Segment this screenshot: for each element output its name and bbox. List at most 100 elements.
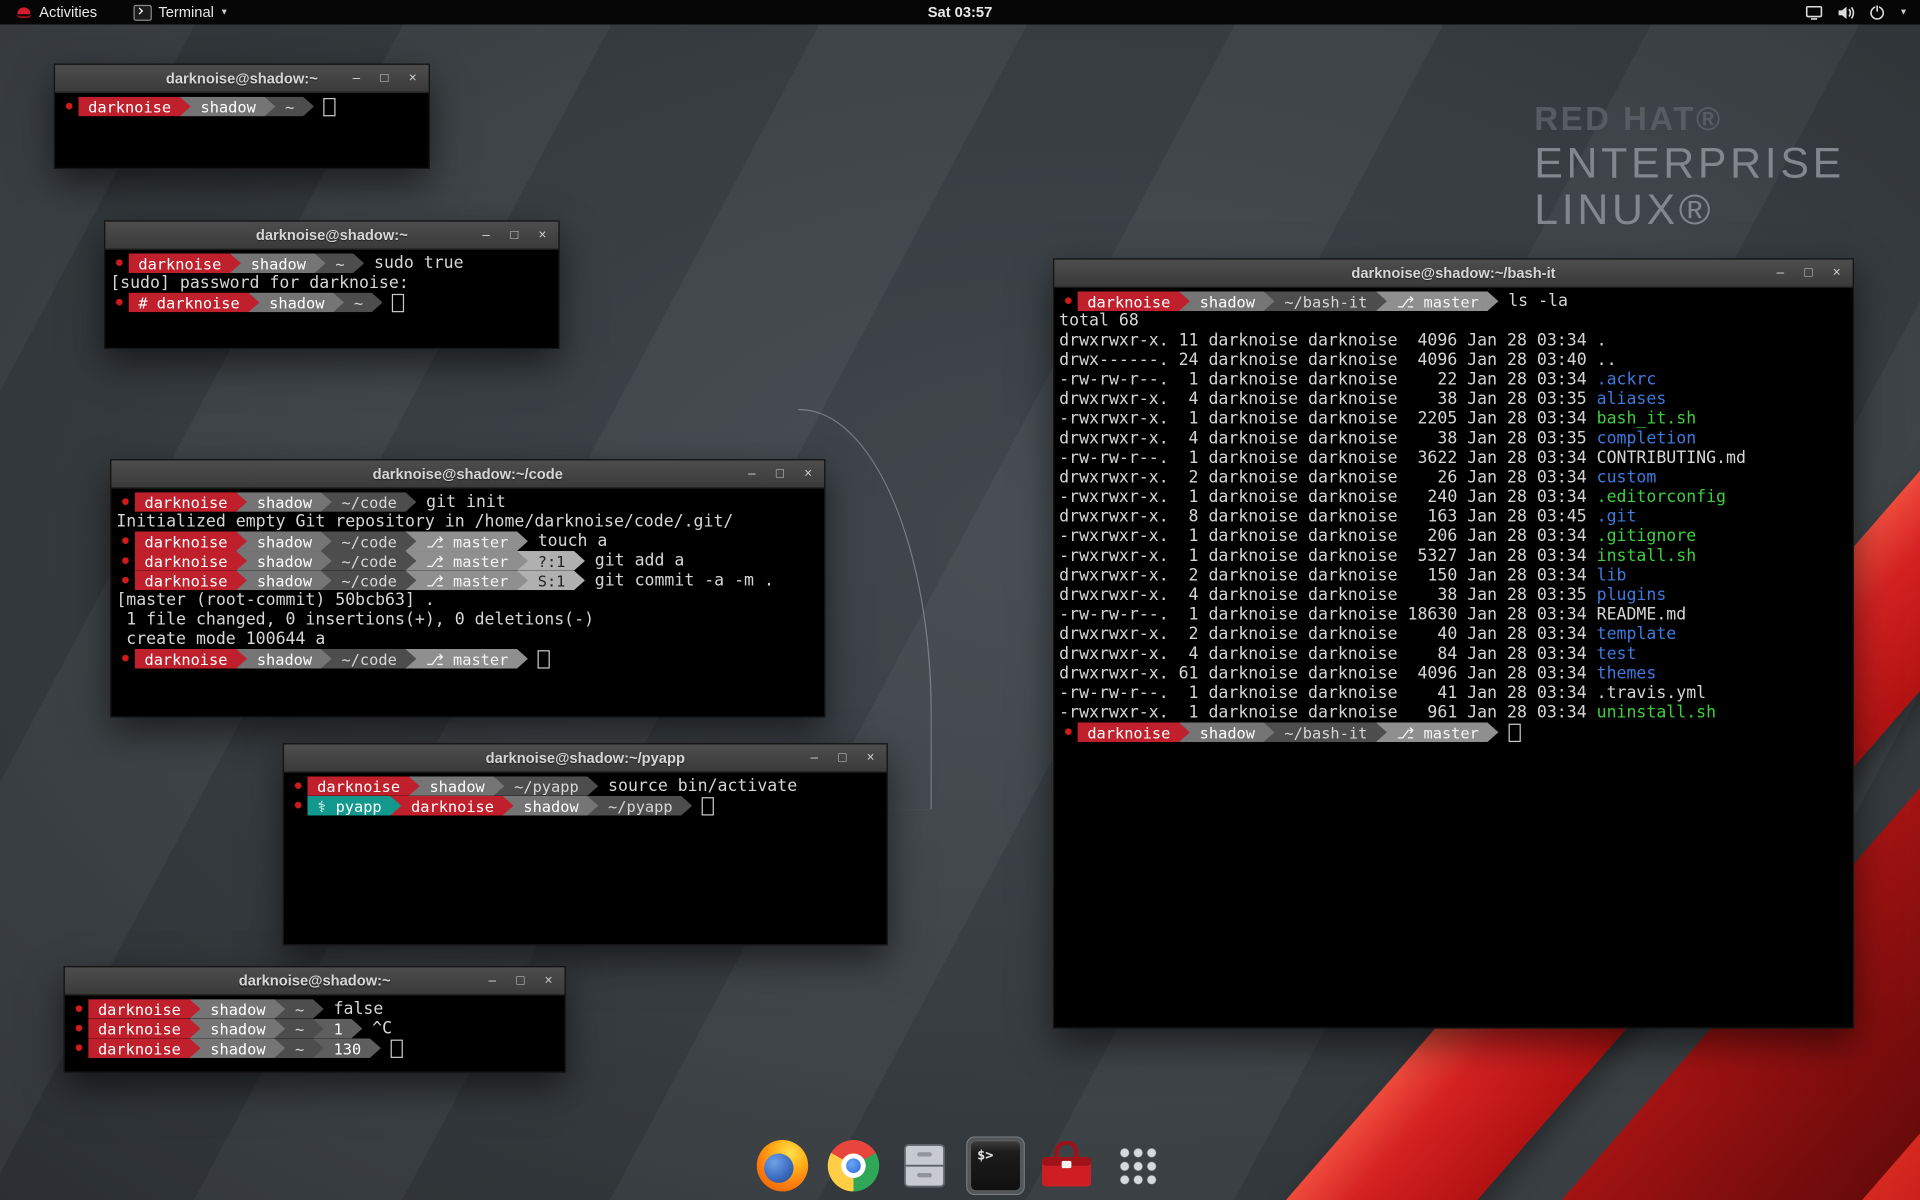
filename: bash_it.sh [1597,409,1697,429]
command-text: git add a [574,551,684,571]
chevron-down-icon: ▼ [1899,8,1907,17]
minimize-button[interactable]: – [349,72,364,85]
terminal-window-bashit[interactable]: darknoise@shadow:~/bash-it–□ × ●darknoises… [1053,258,1854,1028]
close-button[interactable]: × [863,751,878,764]
prompt-segment-host: shadow [409,776,505,796]
output-text: total 68 [1059,311,1139,331]
chevron-down-icon: ▼ [220,8,228,17]
terminal-content[interactable]: ●darknoiseshadow~/bash-it⎇ masterls -lat… [1054,288,1852,746]
redhat-prompt-icon: ● [289,780,307,792]
output-text: -rwxrwxr-x. 1 darknoise darknoise 206 Ja… [1059,527,1596,547]
terminal-window-exitcodes[interactable]: darknoise@shadow:~–□×●darknoiseshadow~fa… [64,966,566,1073]
titlebar[interactable]: darknoise@shadow:~/code–□× [111,460,824,488]
filename: .travis.yml [1597,683,1706,703]
dock-firefox[interactable] [753,1136,812,1195]
command-text: git commit -a -m . [574,571,774,591]
prompt-segment-host: shadow [189,1038,285,1058]
topbar-left: Activities Terminal ▼ [0,0,238,24]
prompt-segment-host: shadow [189,1019,285,1039]
redhat-prompt-icon: ● [116,555,134,567]
minimize-button[interactable]: – [807,751,822,764]
output-line: -rwxrwxr-x. 1 darknoise darknoise 2205 J… [1059,409,1848,429]
terminal-content[interactable]: ●darknoiseshadow~/pyappsource bin/activa… [284,773,886,820]
firefox-icon [757,1140,808,1191]
prompt-segment-host: shadow [230,253,326,273]
maximize-button[interactable]: □ [507,228,522,241]
prompt-segment-user: darknoise [135,492,247,512]
filename: CONTRIBUTING.md [1597,448,1746,468]
window-controls: – □ × [744,460,815,487]
maximize-button[interactable]: □ [513,974,528,987]
redhat-prompt-icon: ● [116,496,134,508]
dock-app-grid[interactable] [1108,1136,1167,1195]
minimize-button[interactable]: – [485,974,500,987]
titlebar[interactable]: darknoise@shadow:~–□× [105,222,558,250]
dock: $> [753,1136,1167,1195]
minimize-button[interactable]: – [1773,266,1788,279]
close-button[interactable]: × [1829,266,1844,279]
terminal-window-code[interactable]: darknoise@shadow:~/code–□×●darknoiseshad… [110,459,825,717]
maximize-button[interactable]: □ [1801,266,1816,279]
output-line: drwxrwxr-x. 61 darknoise darknoise 4096 … [1059,664,1848,684]
prompt-line: ●darknoiseshadow~/pyappsource bin/activa… [289,776,882,796]
activities-button[interactable]: Activities [7,0,104,24]
output-text: drwxrwxr-x. 4 darknoise darknoise 84 Jan… [1059,644,1596,664]
prompt-segment-git: ⎇ master [1376,291,1499,311]
terminal-content[interactable]: ●darknoiseshadow~sudo true[sudo] passwor… [105,250,558,316]
titlebar[interactable]: darknoise@shadow:~–□× [65,967,565,995]
terminal-content[interactable]: ●darknoiseshadow~ [55,93,428,120]
dock-chrome[interactable] [824,1136,883,1195]
maximize-button[interactable]: □ [835,751,850,764]
prompt-segment-venv: ⚕ pyapp [307,796,401,816]
dock-toolbox[interactable] [1037,1136,1096,1195]
output-line: -rw-rw-r--. 1 darknoise darknoise 41 Jan… [1059,683,1848,703]
prompt-segment-git: ⎇ master [1376,722,1499,742]
maximize-button[interactable]: □ [773,467,788,480]
terminal-window-sudo[interactable]: darknoise@shadow:~–□×●darknoiseshadow~su… [104,220,560,349]
prompt-segment-git: ⎇ master [405,571,528,591]
titlebar[interactable]: darknoise@shadow:~/bash-it–□ × [1054,260,1852,288]
dock-files[interactable] [895,1136,954,1195]
system-status-area[interactable]: ▼ [1805,4,1920,21]
window-controls: –□ × [479,222,550,249]
redhat-prompt-icon: ● [1059,295,1077,307]
output-line: -rwxrwxr-x. 1 darknoise darknoise 240 Ja… [1059,487,1848,507]
prompt-segment-path: ~/bash-it [1264,291,1387,311]
close-button[interactable]: × [801,467,816,480]
redhat-prompt-icon: ● [70,1042,88,1054]
output-line: -rw-rw-r--. 1 darknoise darknoise 3622 J… [1059,448,1848,468]
prompt-segment-user: darknoise [129,253,241,273]
close-button[interactable]: × [541,974,556,987]
maximize-button[interactable]: □ [377,72,392,85]
redhat-prompt-icon: ● [289,800,307,812]
redhat-prompt-icon: ● [116,653,134,665]
minimize-button[interactable]: – [479,228,494,241]
close-button[interactable]: × [405,72,420,85]
terminal-window-home-small[interactable]: darknoise@shadow:~–□×●darknoiseshadow~ [54,64,430,169]
prompt-segment-host: shadow [189,999,285,1019]
terminal-cursor [538,650,550,668]
output-text: -rwxrwxr-x. 1 darknoise darknoise 5327 J… [1059,546,1596,566]
minimize-button[interactable]: – [744,467,759,480]
output-text: drwxrwxr-x. 4 darknoise darknoise 38 Jan… [1059,429,1596,449]
output-text: -rw-rw-r--. 1 darknoise darknoise 22 Jan… [1059,370,1596,390]
output-text: drwxrwxr-x. 2 darknoise darknoise 26 Jan… [1059,468,1596,488]
toolbox-icon [1040,1141,1094,1190]
app-menu-terminal[interactable]: Terminal ▼ [124,0,238,24]
close-button[interactable]: × [535,228,550,241]
clock[interactable]: Sat 03:57 [928,0,993,24]
dock-terminal[interactable]: $> [966,1136,1025,1195]
titlebar[interactable]: darknoise@shadow:~/pyapp–□× [284,744,886,772]
filename: uninstall.sh [1597,703,1716,723]
terminal-content[interactable]: ●darknoiseshadow~false●darknoiseshadow~1… [65,996,565,1062]
terminal-content[interactable]: ●darknoiseshadow~/codegit initInitialize… [111,489,824,673]
terminal-window-pyapp[interactable]: darknoise@shadow:~/pyapp–□×●darknoisesha… [283,743,888,945]
filename: .ackrc [1597,370,1657,390]
output-text: [sudo] password for darknoise: [110,273,409,293]
prompt-line: ●darknoiseshadow~/code⎇ master?:1git add… [116,551,819,571]
filename: custom [1597,468,1657,488]
titlebar[interactable]: darknoise@shadow:~–□× [55,65,428,93]
output-line: drwxrwxr-x. 4 darknoise darknoise 38 Jan… [1059,429,1848,449]
window-controls: –□ × [1773,260,1844,287]
window-title: darknoise@shadow:~/bash-it [1054,264,1852,281]
